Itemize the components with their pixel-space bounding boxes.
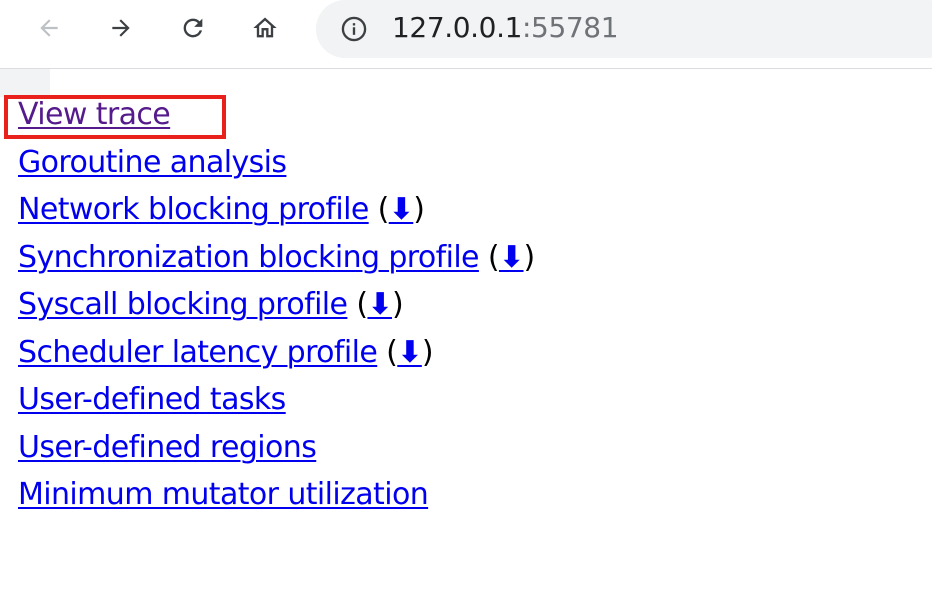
home-icon (253, 17, 277, 38)
paren-close: ) (392, 287, 404, 322)
download-icon[interactable]: ⬇ (397, 335, 422, 370)
forward-button[interactable] (101, 8, 141, 48)
list-item: Goroutine analysis (18, 139, 535, 187)
goroutine-analysis-link[interactable]: Goroutine analysis (18, 145, 287, 180)
address-bar[interactable]: 127.0.0.1:55781 (316, 0, 932, 58)
paren-open: ( (356, 287, 368, 322)
paren-open: ( (386, 334, 398, 370)
paren-open: ( (377, 192, 390, 227)
paren-close: ) (421, 334, 434, 370)
trace-links-list: View trace Goroutine analysis Network bl… (18, 91, 535, 519)
paren-open: ( (487, 239, 500, 275)
url-host: 127.0.0.1 (392, 11, 522, 44)
list-item: Network blocking profile (⬇) (18, 186, 535, 234)
url-text[interactable]: 127.0.0.1:55781 (392, 9, 619, 47)
info-circle-icon[interactable] (340, 15, 368, 43)
reload-button[interactable] (173, 8, 213, 48)
browser-toolbar: 127.0.0.1:55781 (0, 0, 932, 58)
list-item: Minimum mutator utilization (18, 471, 535, 519)
list-item: View trace (18, 91, 535, 139)
paren-close: ) (413, 192, 425, 227)
network-blocking-profile-link[interactable]: Network blocking profile (18, 192, 369, 227)
list-item: User-defined regions (18, 424, 535, 472)
list-item: Syscall blocking profile (⬇) (18, 281, 535, 329)
back-button[interactable] (29, 8, 69, 48)
reload-icon (183, 18, 203, 38)
synchronization-blocking-profile-link[interactable]: Synchronization blocking profile (18, 240, 480, 275)
user-defined-regions-link[interactable]: User-defined regions (18, 430, 317, 465)
view-trace-link[interactable]: View trace (18, 97, 171, 132)
toolbar-divider (0, 68, 932, 69)
syscall-blocking-profile-link[interactable]: Syscall blocking profile (18, 287, 348, 322)
download-icon[interactable]: ⬇ (499, 240, 524, 275)
arrow-left-icon (40, 19, 58, 37)
home-button[interactable] (245, 8, 285, 48)
list-item: User-defined tasks (18, 376, 535, 424)
list-item: Scheduler latency profile (⬇) (18, 329, 535, 377)
list-item: Synchronization blocking profile (⬇) (18, 234, 535, 282)
url-port: :55781 (522, 11, 619, 44)
minimum-mutator-utilization-link[interactable]: Minimum mutator utilization (18, 477, 429, 512)
user-defined-tasks-link[interactable]: User-defined tasks (18, 382, 286, 417)
scheduler-latency-profile-link[interactable]: Scheduler latency profile (18, 335, 378, 370)
arrow-right-icon (112, 19, 130, 37)
download-icon[interactable]: ⬇ (367, 287, 392, 322)
download-icon[interactable]: ⬇ (389, 192, 414, 227)
paren-close: ) (523, 239, 536, 275)
